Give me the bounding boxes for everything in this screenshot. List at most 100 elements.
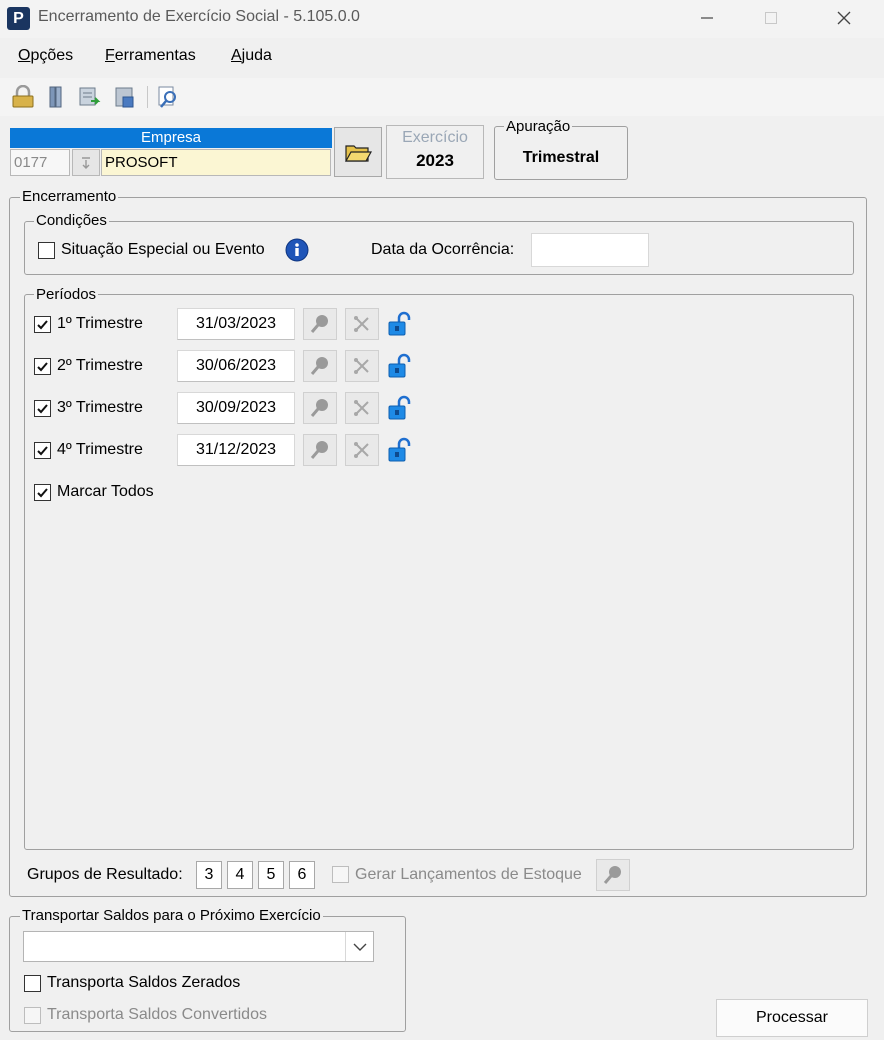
apuracao-value: Trimestral [522, 149, 600, 166]
lock-icon [12, 85, 34, 108]
periodo-date-field[interactable]: 31/12/2023 [177, 434, 295, 466]
periodo-checkbox[interactable] [34, 316, 51, 333]
exercicio-label: Exercício [402, 129, 468, 146]
folder-open-icon [344, 145, 372, 162]
checkmark-icon [37, 488, 48, 498]
toolbar-save-button[interactable] [111, 82, 139, 112]
toolbar-export-button[interactable] [76, 82, 104, 112]
situacao-especial-checkbox[interactable] [38, 242, 55, 259]
encerramento-legend: Encerramento [20, 188, 119, 205]
close-icon [837, 11, 851, 25]
periodo-search-button[interactable] [303, 392, 337, 424]
save-icon [115, 87, 134, 108]
periodo-label: 3º Trimestre [57, 399, 143, 416]
gerar-lancamentos-label: Gerar Lançamentos de Estoque [355, 866, 582, 883]
grupo-field-2[interactable]: 4 [227, 861, 253, 889]
empresa-header: Empresa [10, 128, 332, 148]
toolbar-separator [147, 86, 148, 108]
unlock-icon [388, 437, 411, 462]
toolbar-binder-button[interactable] [43, 82, 71, 112]
menu-ferramentas-label: erramentas [114, 47, 196, 64]
transportar-legend: Transportar Saldos para o Próximo Exercí… [20, 907, 323, 924]
transporta-convertidos-checkbox [24, 1007, 41, 1024]
key-search-icon [310, 399, 328, 417]
empresa-name-field[interactable]: PROSOFT [101, 149, 331, 176]
marcar-todos-checkbox[interactable] [34, 484, 51, 501]
key-search-icon [603, 866, 621, 884]
scissors-icon [354, 400, 369, 416]
periodo-clear-button [345, 350, 379, 382]
grupo-field-1[interactable]: 3 [196, 861, 222, 889]
periodo-search-button[interactable] [303, 308, 337, 340]
menu-ferramentas[interactable]: Ferramentas [105, 47, 196, 65]
periodo-clear-button [345, 434, 379, 466]
checkmark-icon [37, 404, 48, 414]
processar-button[interactable]: Processar [716, 999, 868, 1037]
transportar-dropdown-button[interactable] [345, 932, 373, 961]
periodo-search-button[interactable] [303, 350, 337, 382]
key-search-icon [310, 315, 328, 333]
toolbar-preview-button[interactable] [154, 82, 182, 112]
transportar-select[interactable] [23, 931, 374, 962]
scissors-icon [354, 442, 369, 458]
periodo-label: 4º Trimestre [57, 441, 143, 458]
info-button[interactable] [285, 238, 309, 266]
periodo-unlock-button[interactable] [386, 394, 414, 426]
transporta-convertidos-label: Transporta Saldos Convertidos [47, 1006, 267, 1023]
periodo-unlock-button[interactable] [386, 310, 414, 342]
checkmark-icon [37, 362, 48, 372]
app-logo-icon: P [7, 7, 30, 30]
periodo-search-button[interactable] [303, 434, 337, 466]
exercicio-value: 2023 [416, 151, 454, 170]
menu-ferramentas-accel: F [105, 47, 115, 64]
menu-opcoes[interactable]: Opções [18, 47, 73, 65]
open-folder-button[interactable] [334, 127, 382, 177]
gerar-lancamentos-search-button [596, 859, 630, 891]
toolbar-lock-button[interactable] [9, 82, 37, 112]
periodo-unlock-button[interactable] [386, 352, 414, 384]
binder-icon [49, 86, 62, 108]
export-icon [79, 87, 101, 106]
scissors-icon [354, 358, 369, 374]
apuracao-legend: Apuração [504, 118, 573, 135]
close-button[interactable] [815, 0, 873, 36]
periodo-label: 1º Trimestre [57, 315, 143, 332]
menu-ajuda-label: juda [241, 47, 272, 64]
periodo-date-field[interactable]: 31/03/2023 [177, 308, 295, 340]
info-icon [285, 238, 309, 262]
periodos-legend: Períodos [34, 286, 99, 303]
menu-ajuda-accel: A [231, 47, 242, 64]
maximize-button [742, 0, 800, 36]
transporta-zerados-label: Transporta Saldos Zerados [47, 974, 241, 991]
scissors-icon [354, 316, 369, 332]
transporta-zerados-checkbox[interactable] [24, 975, 41, 992]
gerar-lancamentos-checkbox [332, 866, 349, 883]
window-title: Encerramento de Exercício Social - 5.105… [38, 8, 360, 25]
arrow-down-icon [82, 156, 90, 169]
condicoes-legend: Condições [34, 212, 109, 229]
menu-opcoes-accel: O [18, 47, 31, 64]
key-search-icon [310, 357, 328, 375]
periodo-clear-button [345, 308, 379, 340]
checkmark-icon [37, 320, 48, 330]
unlock-icon [388, 395, 411, 420]
empresa-lookup-button[interactable] [72, 149, 100, 176]
unlock-icon [388, 353, 411, 378]
periodo-date-field[interactable]: 30/06/2023 [177, 350, 295, 382]
periodo-checkbox[interactable] [34, 400, 51, 417]
periodo-clear-button [345, 392, 379, 424]
maximize-icon [765, 12, 777, 24]
periodo-unlock-button[interactable] [386, 436, 414, 468]
grupo-field-4[interactable]: 6 [289, 861, 315, 889]
menu-ajuda[interactable]: Ajuda [231, 47, 272, 65]
periodo-checkbox[interactable] [34, 358, 51, 375]
grupo-field-3[interactable]: 5 [258, 861, 284, 889]
grupos-resultado-label: Grupos de Resultado: [27, 866, 183, 883]
preview-icon [158, 86, 176, 108]
periodo-checkbox[interactable] [34, 442, 51, 459]
periodo-date-field[interactable]: 30/09/2023 [177, 392, 295, 424]
minimize-button[interactable] [678, 0, 736, 36]
data-ocorrencia-field[interactable] [531, 233, 649, 267]
empresa-code-field[interactable]: 0177 [10, 149, 70, 176]
data-ocorrencia-label: Data da Ocorrência: [371, 241, 515, 258]
